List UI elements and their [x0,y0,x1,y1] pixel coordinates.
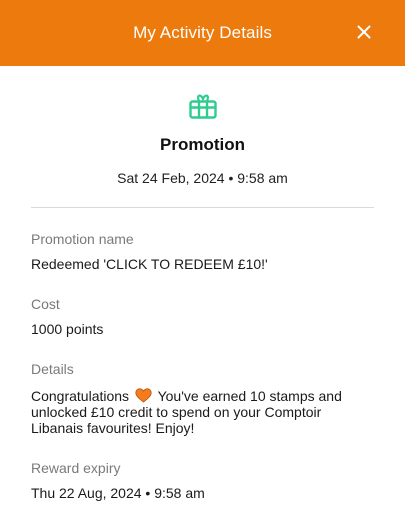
modal-title: My Activity Details [133,23,272,42]
cost-label: Cost [31,296,60,312]
details-prefix: Congratulations [31,388,130,404]
heart-icon [135,388,152,403]
divider [31,207,374,208]
modal-header: My Activity Details [0,0,405,66]
promotion-name-label: Promotion name [31,231,134,247]
activity-details-modal: My Activity Details Promotion Sat 24 Feb… [0,0,405,528]
reward-expiry-label: Reward expiry [31,460,121,476]
activity-type-title: Promotion [160,135,245,154]
reward-expiry-value: Thu 22 Aug, 2024 • 9:58 am [31,485,205,501]
close-icon [357,25,371,39]
activity-fields: Promotion name Redeemed 'CLICK TO REDEEM… [0,232,405,501]
promotion-name-value: Redeemed 'CLICK TO REDEEM £10!' [31,256,268,272]
gift-icon [188,92,218,120]
activity-summary: Promotion Sat 24 Feb, 2024 • 9:58 am [0,66,405,186]
cost-value: 1000 points [31,321,104,337]
details-value: Congratulations You've earned 10 stamps … [31,388,374,436]
activity-date: Sat 24 Feb, 2024 • 9:58 am [117,170,288,186]
close-button[interactable] [353,21,375,43]
details-label: Details [31,361,74,377]
